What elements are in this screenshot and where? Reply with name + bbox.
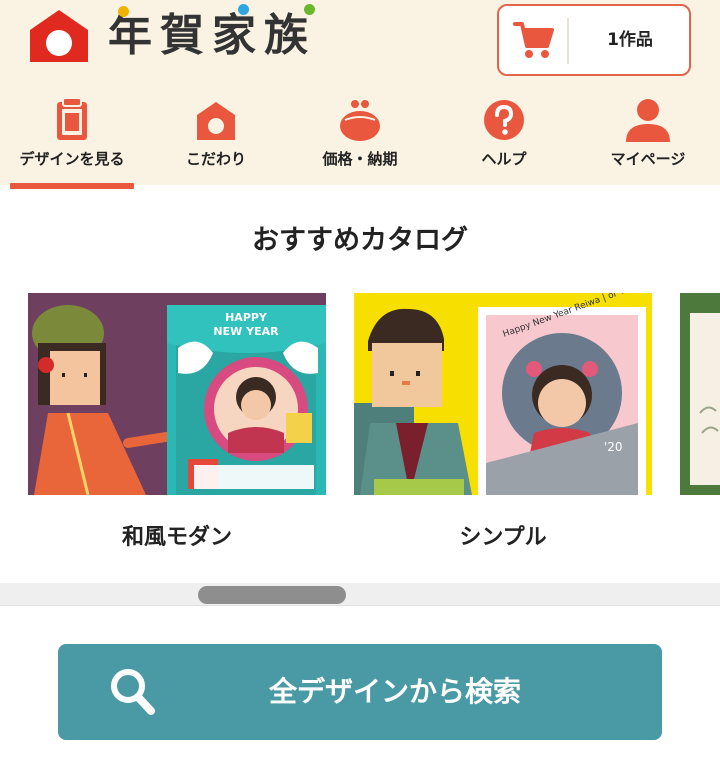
cart-button[interactable]: 1作品 xyxy=(497,4,691,76)
carousel-scroll-thumb[interactable] xyxy=(198,586,346,604)
catalog-card-image xyxy=(680,293,720,495)
nav-item-price[interactable]: 価格・納期 xyxy=(288,92,432,185)
house-icon xyxy=(197,102,235,140)
divider xyxy=(0,605,720,606)
simple-card-text-2: '20 xyxy=(604,440,623,454)
nav-item-kodawari[interactable]: こだわり xyxy=(144,92,288,185)
nav-label-kodawari: こだわり xyxy=(185,150,246,168)
catalog-title: おすすめカタログ xyxy=(252,225,468,256)
simple-card-illustration: Happy New Year Reiwa | or Year of the | … xyxy=(354,293,652,495)
nav-label-help: ヘルプ xyxy=(481,150,527,168)
catalog-card-partial[interactable] xyxy=(680,293,720,495)
nav-item-help[interactable]: ヘルプ xyxy=(432,92,576,185)
wafu-card-text-1: HAPPY xyxy=(225,311,268,324)
site-header: 年賀家族 1作品 デザインを見る こだわり 価格・納期 ヘルプ マイページ xyxy=(0,0,720,185)
person-icon xyxy=(626,99,670,142)
catalog-card-image: Happy New Year Reiwa | or Year of the | … xyxy=(354,293,652,495)
main-nav: デザインを見る こだわり 価格・納期 ヘルプ マイページ xyxy=(0,92,720,185)
cart-icon xyxy=(513,22,554,58)
nav-item-mypage[interactable]: マイページ xyxy=(576,92,720,185)
search-all-designs-button[interactable]: 全デザインから検索 xyxy=(58,644,662,740)
active-tab-indicator xyxy=(10,183,134,189)
nav-item-design[interactable]: デザインを見る xyxy=(0,92,144,185)
logo-text: 年賀家族 xyxy=(108,10,316,61)
catalog-card-label: シンプル xyxy=(459,525,547,550)
clipboard-icon xyxy=(57,97,87,140)
logo-house-icon xyxy=(30,10,88,62)
search-button-label: 全デザインから検索 xyxy=(268,675,521,708)
catalog-card-wafu[interactable]: HAPPY NEW YEAR 和風モダン xyxy=(28,293,326,551)
site-logo[interactable]: 年賀家族 xyxy=(28,4,316,64)
nav-label-price: 価格・納期 xyxy=(322,150,398,168)
nav-label-design: デザインを見る xyxy=(19,150,125,168)
coin-purse-icon xyxy=(340,100,380,141)
catalog-card-simple[interactable]: Happy New Year Reiwa | or Year of the | … xyxy=(354,293,652,551)
catalog-card-image: HAPPY NEW YEAR xyxy=(28,293,326,495)
question-icon xyxy=(484,100,524,140)
carousel-scrollbar[interactable] xyxy=(0,583,720,605)
cart-divider xyxy=(567,18,569,64)
cart-count: 1作品 xyxy=(607,30,653,50)
nav-label-mypage: マイページ xyxy=(610,150,686,168)
logo-wordmark: 年賀家族 xyxy=(108,4,316,64)
catalog-card-label: 和風モダン xyxy=(121,525,232,550)
partial-card-illustration xyxy=(680,293,720,495)
wafu-card-text-2: NEW YEAR xyxy=(213,325,279,338)
wafu-card-illustration: HAPPY NEW YEAR xyxy=(28,293,326,495)
search-icon xyxy=(111,669,155,715)
